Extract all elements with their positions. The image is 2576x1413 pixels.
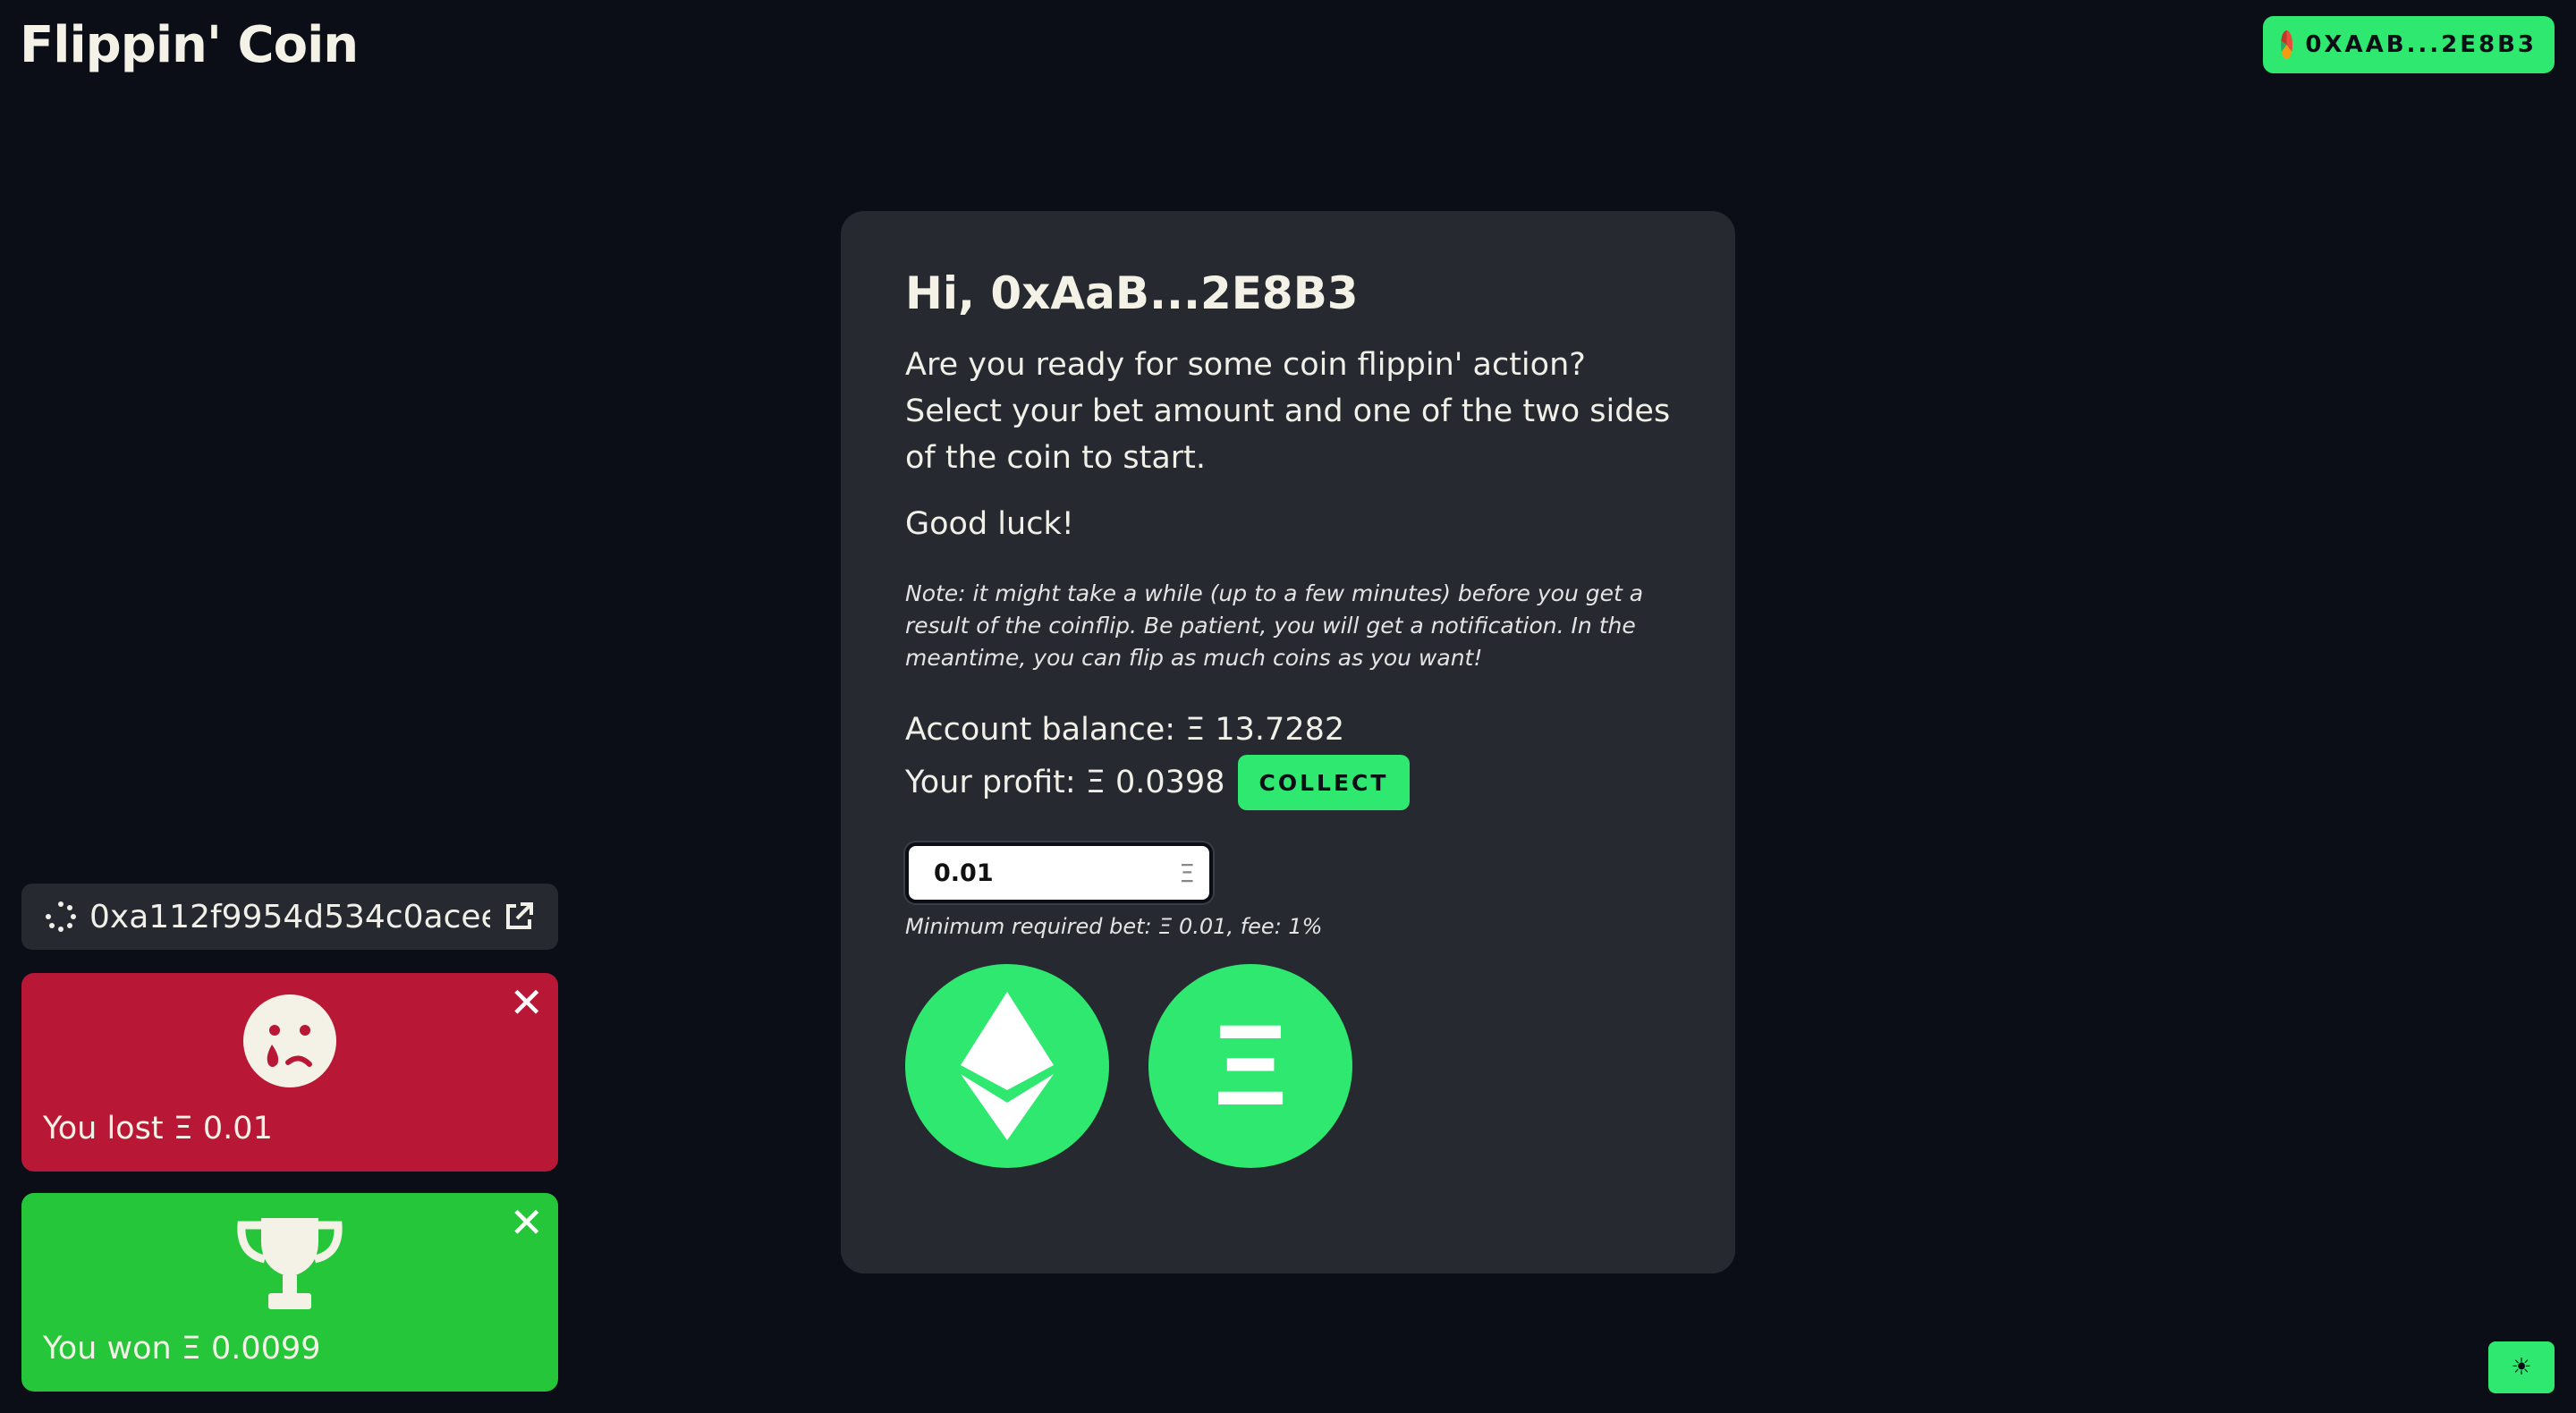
- sun-icon: ☀: [2511, 1354, 2532, 1381]
- app-root: Flippin' Coin 0XAAB...2E8B3 Hi, 0xAaB...…: [0, 0, 2576, 1413]
- main-card: Hi, 0xAaB...2E8B3 Are you ready for some…: [841, 211, 1735, 1273]
- close-lost-toast-icon[interactable]: ✕: [509, 982, 544, 1023]
- collect-button[interactable]: COLLECT: [1237, 755, 1411, 810]
- coin-side-ethereum-button[interactable]: [905, 964, 1109, 1168]
- eth-currency-icon: Ξ: [1179, 858, 1195, 888]
- theme-toggle-button[interactable]: ☀: [2488, 1341, 2555, 1393]
- sad-face-icon: [243, 994, 336, 1087]
- ethereum-logo-icon: [961, 992, 1054, 1140]
- close-won-toast-icon[interactable]: ✕: [509, 1202, 544, 1243]
- profit-value: Your profit: Ξ 0.0398: [905, 765, 1225, 800]
- external-link-icon[interactable]: [503, 901, 535, 933]
- toast-lost: ✕ You lost Ξ 0.01: [21, 973, 558, 1172]
- won-message: You won Ξ 0.0099: [43, 1331, 321, 1366]
- lost-message: You lost Ξ 0.01: [43, 1111, 273, 1146]
- toast-won: ✕ You won Ξ 0.0099: [21, 1193, 558, 1392]
- wallet-button[interactable]: 0XAAB...2E8B3: [2263, 16, 2555, 73]
- coin-side-xi-button[interactable]: Ξ: [1148, 964, 1352, 1168]
- good-luck-text: Good luck!: [905, 506, 1074, 542]
- intro-text: Are you ready for some coin flippin' act…: [905, 347, 1671, 476]
- account-balance: Account balance: Ξ 13.7282: [905, 712, 1345, 748]
- coin-sides: Ξ: [905, 964, 1671, 1168]
- profit-row: Your profit: Ξ 0.0398 COLLECT: [905, 755, 1671, 810]
- bet-section: Ξ Minimum required bet: Ξ 0.01, fee: 1%: [903, 841, 1671, 939]
- pending-transaction: 0xa112f9954d534c0acee...: [21, 884, 558, 950]
- note-text: Note: it might take a while (up to a few…: [905, 580, 1644, 671]
- xi-symbol-icon: Ξ: [1213, 1002, 1288, 1130]
- loading-spinner-icon: [46, 901, 76, 932]
- wallet-address: 0XAAB...2E8B3: [2305, 31, 2537, 58]
- app-logo: Flippin' Coin: [20, 16, 359, 74]
- greeting-title: Hi, 0xAaB...2E8B3: [905, 267, 1359, 319]
- transaction-hash: 0xa112f9954d534c0acee...: [89, 898, 490, 935]
- min-bet-text: Minimum required bet: Ξ 0.01, fee: 1%: [905, 914, 1323, 939]
- wallet-avatar: [2281, 30, 2293, 59]
- bet-amount-field[interactable]: Ξ: [903, 841, 1215, 905]
- bet-amount-input[interactable]: [932, 858, 1180, 888]
- trophy-icon: [237, 1218, 343, 1309]
